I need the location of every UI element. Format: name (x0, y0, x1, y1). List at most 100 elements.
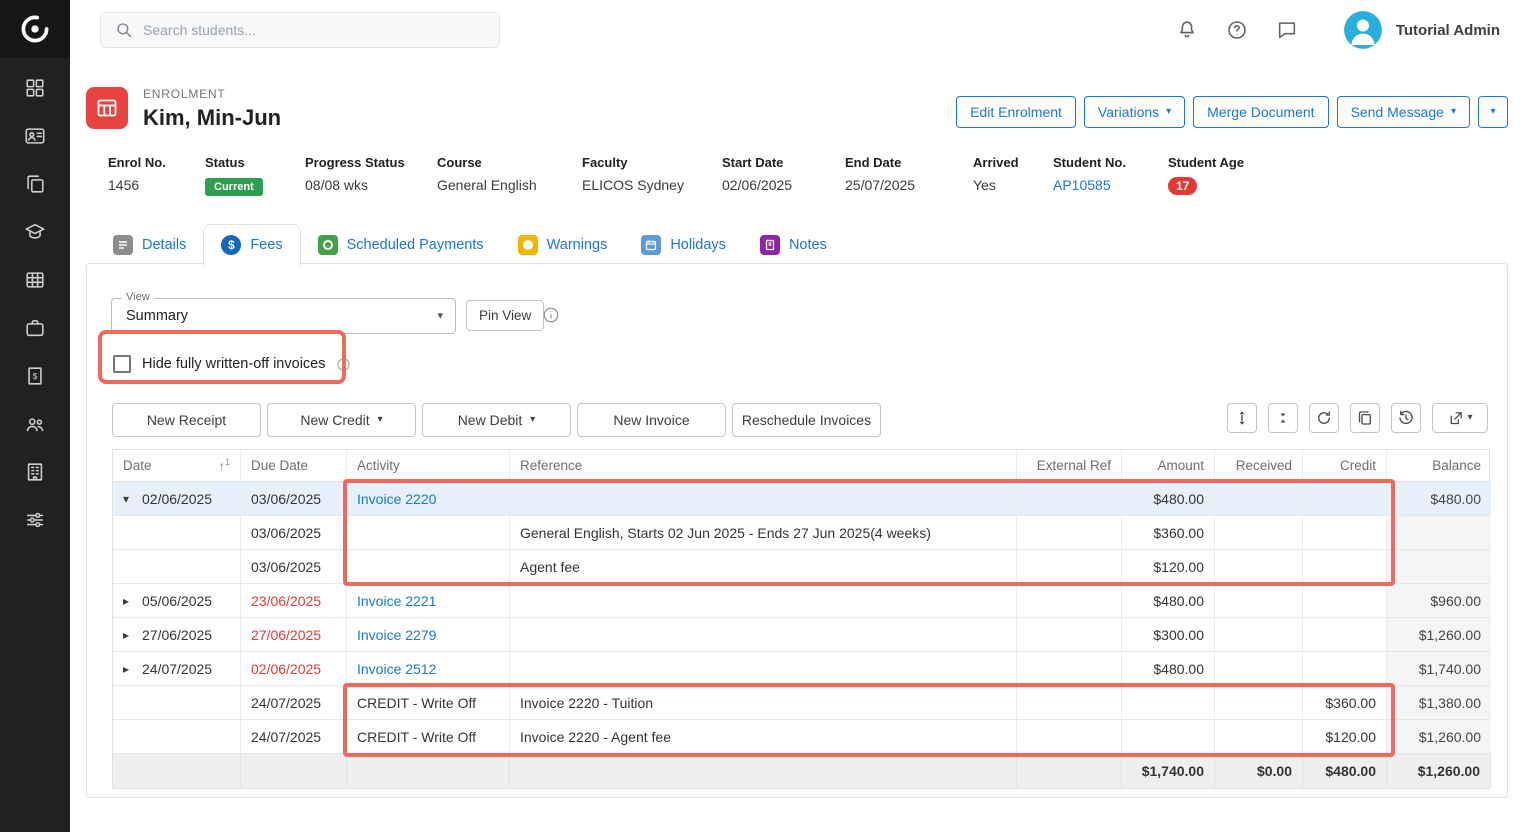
tab-notes-label: Notes (789, 237, 827, 253)
more-actions-button[interactable]: ▾ (1478, 96, 1508, 128)
pin-view-button[interactable]: Pin View (466, 300, 544, 331)
invoice-link[interactable]: Invoice 2512 (357, 661, 436, 677)
cell-balance: $1,740.00 (1387, 652, 1491, 685)
new-receipt-button[interactable]: New Receipt (112, 403, 261, 437)
enrolment-header: ENROLMENT Kim, Min-Jun Edit Enrolment Va… (86, 84, 1508, 131)
column-header-received[interactable]: Received (1215, 450, 1303, 481)
invoice-link[interactable]: Invoice 2220 (357, 491, 436, 507)
sidebar-item-dashboard[interactable] (23, 76, 47, 100)
sidebar-item-documents[interactable] (23, 172, 47, 196)
info-value-enrol-no: 1456 (108, 177, 205, 193)
sidebar-item-tables[interactable] (23, 268, 47, 292)
tab-notes[interactable]: Notes (743, 225, 844, 266)
search-input[interactable] (143, 22, 485, 38)
refresh-icon[interactable] (1309, 403, 1339, 433)
expand-row-icon[interactable]: ▸ (123, 628, 139, 642)
tab-details[interactable]: Details (96, 225, 203, 266)
sidebar-item-finance[interactable]: $ (23, 364, 47, 388)
cell-received (1215, 720, 1303, 753)
cell-received (1215, 652, 1303, 685)
column-header-balance[interactable]: Balance (1387, 450, 1491, 481)
expand-row-icon[interactable]: ▸ (123, 594, 139, 608)
expand-all-button[interactable] (1227, 403, 1257, 433)
cell-date: ▸05/06/2025 (113, 584, 241, 617)
tab-holidays[interactable]: Holidays (624, 225, 743, 266)
warnings-icon (518, 235, 538, 255)
send-message-button[interactable]: Send Message▾ (1337, 96, 1470, 128)
fees-toolbar: New Receipt New Credit▾ New Debit▾ New I… (112, 403, 881, 437)
cell-date: ▸27/06/2025 (113, 618, 241, 651)
tab-fees[interactable]: $ Fees (203, 224, 300, 267)
view-info-icon[interactable] (542, 306, 560, 324)
table-row[interactable]: 03/06/2025Agent fee$120.00 (113, 550, 1489, 584)
info-label-student-no: Student No. (1053, 155, 1168, 170)
scheduled-payments-icon (318, 235, 338, 255)
sidebar-item-courses[interactable] (23, 220, 47, 244)
notifications-bell-icon[interactable] (1174, 17, 1200, 43)
new-credit-button[interactable]: New Credit▾ (267, 403, 416, 437)
info-value-arrived: Yes (973, 177, 1053, 193)
table-row[interactable]: ▸24/07/202502/06/2025Invoice 2512$480.00… (113, 652, 1489, 686)
column-header-reference[interactable]: Reference (510, 450, 1017, 481)
reschedule-invoices-button[interactable]: Reschedule Invoices (732, 403, 881, 437)
reschedule-invoices-label: Reschedule Invoices (742, 412, 871, 428)
search-box[interactable] (100, 12, 500, 48)
history-icon[interactable] (1391, 403, 1421, 433)
tables-icon (24, 269, 46, 291)
cell-extref (1017, 652, 1122, 685)
table-row[interactable]: ▸05/06/202523/06/2025Invoice 2221$480.00… (113, 584, 1489, 618)
info-label-course: Course (437, 155, 582, 170)
table-row[interactable]: 03/06/2025General English, Starts 02 Jun… (113, 516, 1489, 550)
help-icon[interactable] (1224, 17, 1250, 43)
column-header-date[interactable]: Date↑1 (113, 450, 241, 481)
sidebar-item-organisation[interactable] (23, 460, 47, 484)
info-value-student-no[interactable]: AP10585 (1053, 177, 1168, 193)
info-label-arrived: Arrived (973, 155, 1053, 170)
copy-icon[interactable] (1350, 403, 1380, 433)
sidebar-item-briefcase[interactable] (23, 316, 47, 340)
sidebar-item-people[interactable] (23, 412, 47, 436)
new-receipt-label: New Receipt (147, 412, 226, 428)
tab-warnings[interactable]: Warnings (501, 225, 625, 266)
app-logo-icon (18, 12, 52, 46)
tab-holidays-label: Holidays (670, 237, 726, 253)
column-header-extref[interactable]: External Ref (1017, 450, 1122, 481)
invoice-link[interactable]: Invoice 2221 (357, 593, 436, 609)
merge-document-button[interactable]: Merge Document (1193, 96, 1328, 128)
new-invoice-button[interactable]: New Invoice (577, 403, 726, 437)
tab-scheduled-payments[interactable]: Scheduled Payments (301, 225, 501, 266)
chat-icon[interactable] (1274, 17, 1300, 43)
collapse-all-button[interactable] (1268, 403, 1298, 433)
cell-reference (510, 584, 1017, 617)
app-logo[interactable] (0, 0, 70, 58)
table-row[interactable]: ▾02/06/202503/06/2025Invoice 2220$480.00… (113, 482, 1489, 516)
table-row[interactable]: ▸27/06/202527/06/2025Invoice 2279$300.00… (113, 618, 1489, 652)
export-icon (1447, 410, 1464, 427)
cell-amount (1122, 720, 1215, 753)
sidebar-item-contacts[interactable] (23, 124, 47, 148)
column-header-amount[interactable]: Amount (1122, 450, 1215, 481)
invoice-link[interactable]: Invoice 2279 (357, 627, 436, 643)
view-select[interactable]: View Summary ▾ (111, 298, 456, 334)
export-menu-button[interactable]: ▾ (1432, 403, 1488, 433)
sidebar-item-settings[interactable] (23, 508, 47, 532)
info-field-student-age: Student Age17 (1168, 155, 1288, 196)
user-avatar[interactable] (1344, 11, 1382, 49)
info-label-end-date: End Date (845, 155, 973, 170)
cell-reference: Agent fee (510, 550, 1017, 583)
edit-enrolment-button[interactable]: Edit Enrolment (956, 96, 1076, 128)
column-header-activity[interactable]: Activity (347, 450, 510, 481)
expand-row-icon[interactable]: ▸ (123, 662, 139, 676)
table-row[interactable]: 24/07/2025CREDIT - Write OffInvoice 2220… (113, 720, 1489, 754)
hide-written-off-info-icon[interactable] (336, 357, 351, 372)
table-row[interactable]: 24/07/2025CREDIT - Write OffInvoice 2220… (113, 686, 1489, 720)
column-header-due[interactable]: Due Date (241, 450, 347, 481)
column-header-credit[interactable]: Credit (1303, 450, 1387, 481)
merge-document-label: Merge Document (1207, 104, 1314, 120)
new-debit-button[interactable]: New Debit▾ (422, 403, 571, 437)
chevron-down-icon: ▾ (437, 309, 443, 322)
hide-written-off-checkbox[interactable] (113, 355, 131, 373)
collapse-row-icon[interactable]: ▾ (123, 492, 139, 506)
variations-button[interactable]: Variations▾ (1084, 96, 1185, 128)
cell-credit (1303, 652, 1387, 685)
